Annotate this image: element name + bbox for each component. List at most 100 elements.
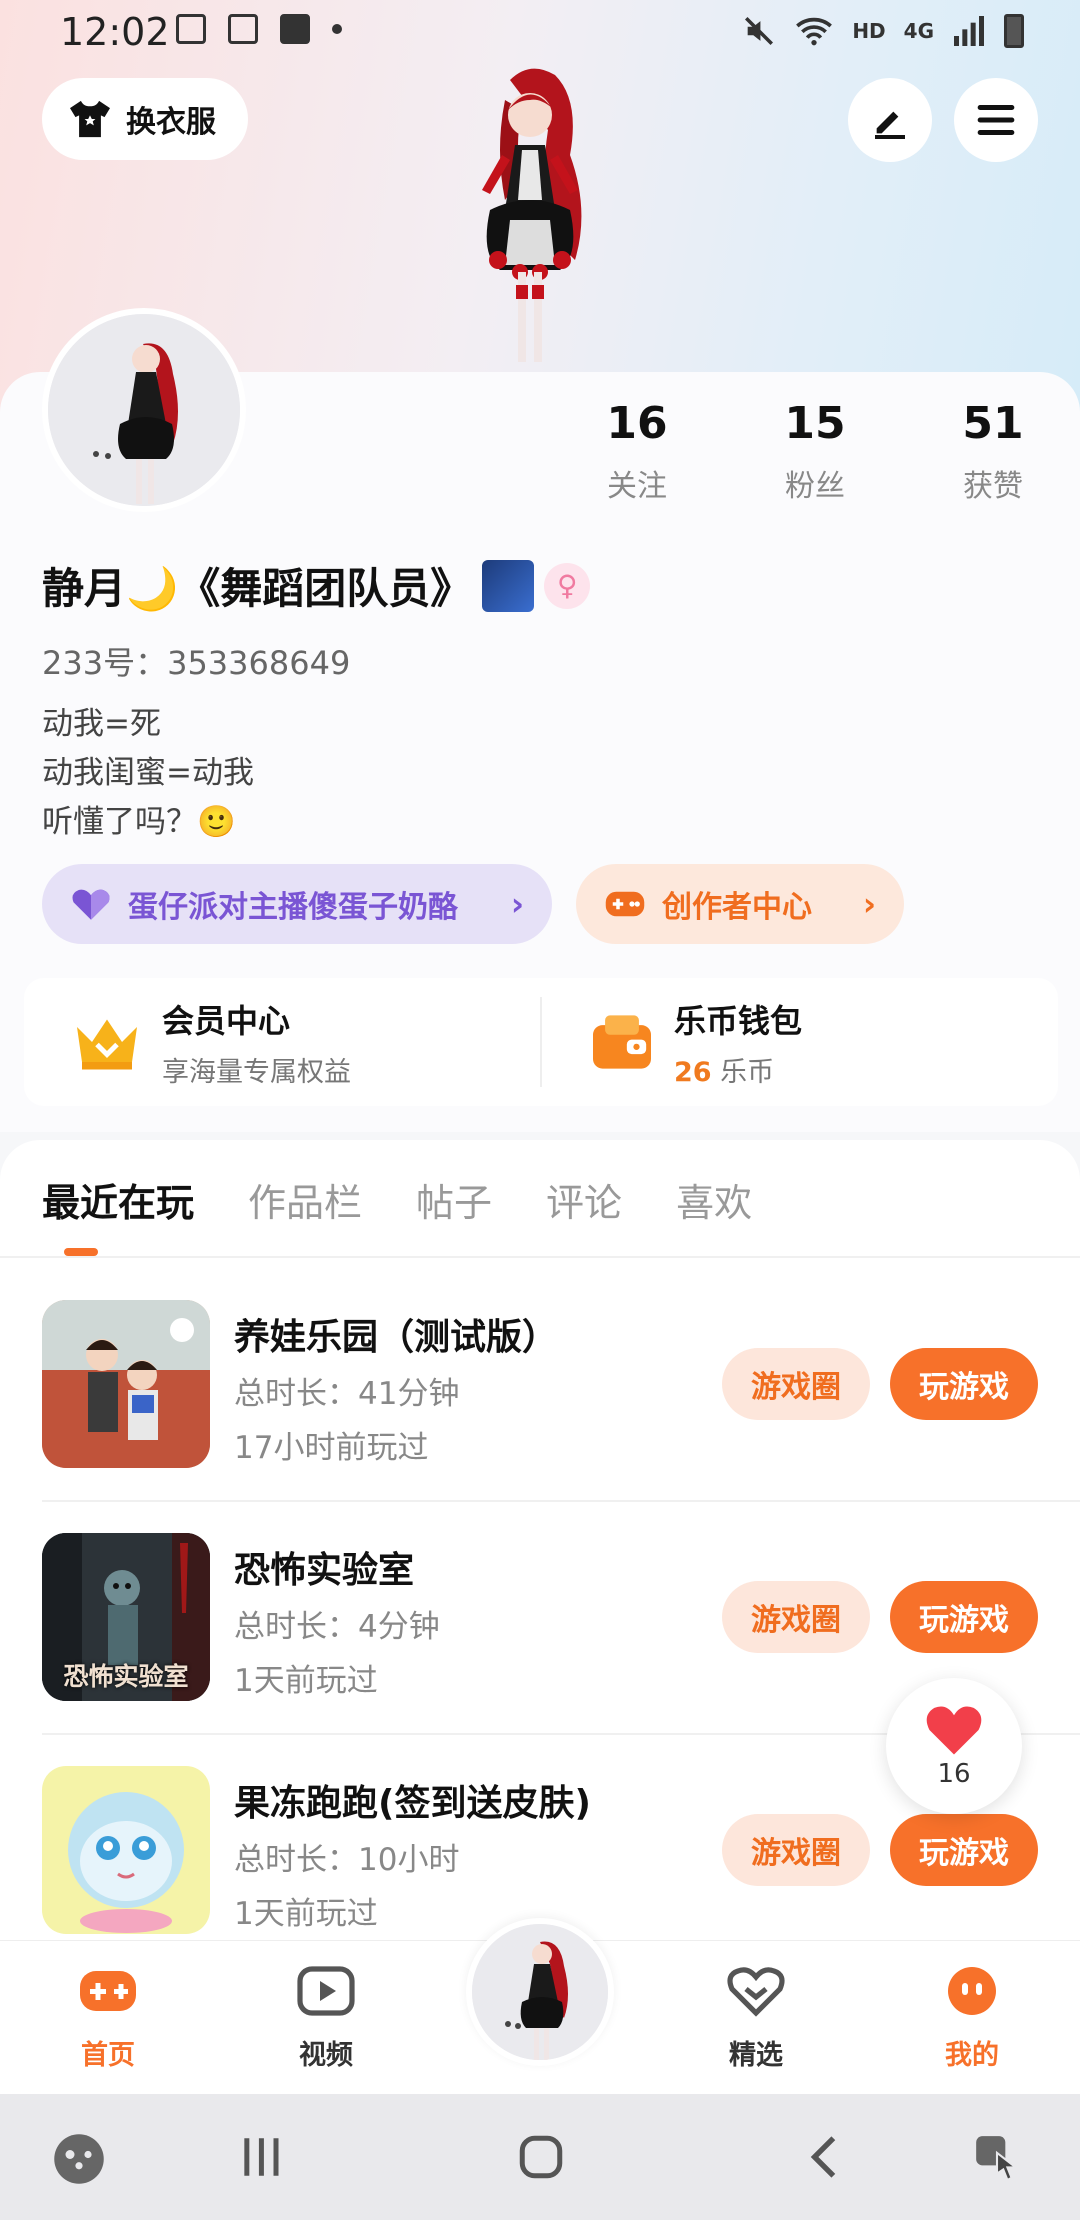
nav-me[interactable]: 我的 — [912, 1963, 1032, 2072]
battery-icon — [1004, 14, 1024, 48]
tab-posts[interactable]: 帖子 — [416, 1172, 492, 1227]
game-thumbnail[interactable] — [42, 1300, 210, 1468]
back-icon[interactable] — [800, 2132, 850, 2182]
creator-center-label: 创作者中心 — [662, 890, 812, 925]
stat-followers-label: 粉丝 — [785, 469, 845, 504]
avatar-portrait — [48, 314, 240, 506]
heart-icon — [926, 1706, 982, 1755]
notification-dot-icon — [332, 24, 342, 34]
play-game-button[interactable]: 玩游戏 — [890, 1348, 1038, 1420]
badge-icon[interactable] — [482, 559, 535, 612]
list-item[interactable]: 养娃乐园（测试版） 总时长：41分钟 17小时前玩过 游戏圈 玩游戏 — [0, 1300, 1080, 1532]
network-4g-label: 4G — [903, 19, 934, 43]
play-game-button[interactable]: 玩游戏 — [890, 1814, 1038, 1886]
profile-bio: 动我=死 动我闺蜜=动我 听懂了吗？🙂 — [42, 700, 254, 847]
game-launcher-icon[interactable] — [52, 2132, 106, 2186]
member-center-entry[interactable]: 会员中心 享海量专属权益 — [24, 996, 540, 1089]
avatar[interactable] — [42, 308, 246, 512]
profile-face-icon — [948, 1967, 996, 2015]
wallet-entry[interactable]: 乐币钱包 26 乐币 — [542, 996, 1058, 1089]
anchor-tag-label: 蛋仔派对主播傻蛋子奶酪 — [128, 890, 458, 925]
nav-me-label: 我的 — [945, 2040, 999, 2071]
nav-center-avatar[interactable] — [466, 1918, 614, 2066]
bio-line-2: 动我闺蜜=动我 — [42, 755, 254, 791]
home-gamepad-icon — [80, 1971, 136, 2011]
wallet-title: 乐币钱包 — [674, 1001, 803, 1040]
chevron-right-icon: › — [862, 885, 876, 923]
stat-likes-value: 51 — [962, 398, 1024, 449]
crown-icon — [77, 1019, 137, 1070]
chevron-right-icon: › — [510, 885, 524, 923]
stat-following-label: 关注 — [607, 469, 667, 504]
member-center-subtitle: 享海量专属权益 — [162, 1056, 351, 1088]
user-id[interactable]: 233号：353368649 — [42, 638, 350, 684]
avatar-character-figure[interactable] — [430, 60, 630, 375]
menu-button[interactable] — [954, 78, 1038, 162]
nav-home-label: 首页 — [81, 2040, 135, 2071]
system-navigation-bar — [0, 2094, 1080, 2220]
recent-apps-icon[interactable] — [236, 2132, 286, 2182]
tshirt-icon — [70, 100, 110, 138]
game-thumbnail[interactable]: 恐怖实验室 — [42, 1533, 210, 1701]
avatar-portrait — [472, 1924, 608, 2060]
tab-works[interactable]: 作品栏 — [248, 1172, 362, 1227]
nav-video[interactable]: 视频 — [266, 1963, 386, 2072]
screen-record-icon — [228, 14, 258, 44]
edit-profile-button[interactable] — [848, 78, 932, 162]
network-hd-label: HD — [852, 19, 886, 43]
change-outfit-label: 换衣服 — [126, 105, 216, 140]
anchor-tag-button[interactable]: 蛋仔派对主播傻蛋子奶酪 › — [42, 864, 552, 944]
stat-likes[interactable]: 51 获赞 — [904, 398, 1080, 505]
game-duration: 总时长：41分钟 — [234, 1376, 460, 1412]
profile-tabs: 最近在玩 作品栏 帖子 评论 喜欢 — [42, 1172, 752, 1227]
gallery-icon — [280, 14, 310, 44]
profile-name-row: 静月🌙《舞蹈团队员》 ♀ — [42, 555, 591, 616]
game-title: 果冻跑跑(签到送皮肤) — [234, 1783, 591, 1824]
pen-icon — [875, 111, 905, 139]
game-last-played: 17小时前玩过 — [234, 1430, 429, 1466]
tab-likes[interactable]: 喜欢 — [676, 1172, 752, 1227]
video-play-icon — [297, 1966, 355, 2016]
nav-video-label: 视频 — [299, 2040, 353, 2071]
accessibility-touch-icon[interactable] — [972, 2132, 1022, 2182]
game-circle-button[interactable]: 游戏圈 — [722, 1814, 870, 1886]
game-duration: 总时长：10小时 — [234, 1842, 460, 1878]
status-time: 12:02 — [60, 10, 170, 54]
hamburger-menu-icon — [977, 105, 1015, 135]
screenshot-icon — [176, 14, 206, 44]
game-thumbnail-caption: 恐怖实验室 — [63, 1662, 189, 1691]
tab-comments[interactable]: 评论 — [546, 1172, 622, 1227]
stat-following[interactable]: 16 关注 — [548, 398, 726, 505]
play-game-button[interactable]: 玩游戏 — [890, 1581, 1038, 1653]
profile-name: 静月🌙《舞蹈团队员》 — [42, 564, 473, 613]
female-gender-icon: ♀ — [544, 562, 591, 609]
game-duration: 总时长：4分钟 — [234, 1609, 440, 1645]
member-center-title: 会员中心 — [162, 1001, 291, 1040]
change-outfit-button[interactable]: 换衣服 — [42, 78, 248, 160]
game-title: 养娃乐园（测试版） — [234, 1317, 559, 1358]
nav-featured-label: 精选 — [729, 2040, 783, 2071]
stat-following-value: 16 — [606, 398, 668, 449]
profile-stats: 16 关注 15 粉丝 51 获赞 — [548, 398, 1080, 505]
tab-recently-played[interactable]: 最近在玩 — [42, 1172, 194, 1227]
mute-icon — [745, 16, 774, 46]
stat-followers[interactable]: 15 粉丝 — [726, 398, 904, 505]
wallet-unit: 乐币 — [711, 1056, 775, 1088]
status-bar: 12:02 HD 4G — [0, 0, 1080, 64]
like-count: 16 — [937, 1759, 971, 1789]
nav-home[interactable]: 首页 — [48, 1963, 168, 2072]
game-circle-button[interactable]: 游戏圈 — [722, 1581, 870, 1653]
game-circle-button[interactable]: 游戏圈 — [722, 1348, 870, 1420]
vip-wallet-card: 会员中心 享海量专属权益 乐币钱包 26 乐币 — [24, 978, 1058, 1106]
creator-center-button[interactable]: 创作者中心 › — [576, 864, 904, 944]
game-thumbnail[interactable] — [42, 1766, 210, 1934]
bio-line-3: 听懂了吗？🙂 — [42, 804, 236, 840]
floating-like-button[interactable]: 16 — [886, 1678, 1022, 1814]
nav-featured[interactable]: 精选 — [696, 1963, 816, 2072]
game-last-played: 1天前玩过 — [234, 1663, 378, 1699]
home-icon[interactable] — [516, 2132, 566, 2182]
wifi-icon — [796, 17, 833, 46]
heart-badge-icon — [72, 889, 110, 920]
stat-followers-value: 15 — [784, 398, 846, 449]
wallet-amount: 26 — [674, 1056, 712, 1088]
